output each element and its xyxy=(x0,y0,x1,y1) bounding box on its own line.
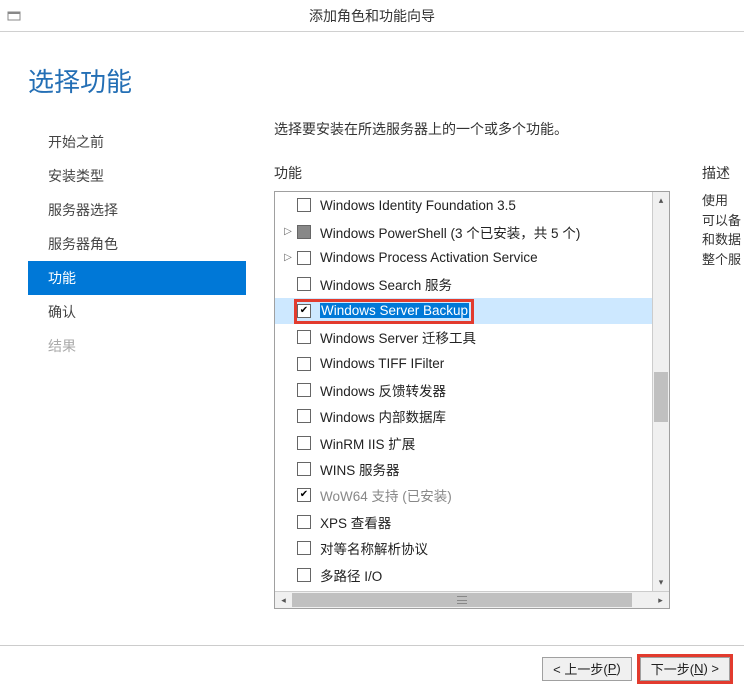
instruction-text: 选择要安装在所选服务器上的一个或多个功能。 xyxy=(274,119,744,139)
window-icon xyxy=(6,8,22,24)
previous-button[interactable]: < 上一步(P) xyxy=(542,657,632,681)
vertical-scrollbar[interactable]: ▴ ▾ xyxy=(652,192,669,591)
feature-checkbox[interactable] xyxy=(297,515,311,529)
feature-label: 对等名称解析协议 xyxy=(320,538,428,558)
sidebar-item-1[interactable]: 安装类型 xyxy=(28,159,246,193)
feature-row[interactable]: Windows TIFF IFilter xyxy=(275,350,652,376)
feature-checkbox[interactable] xyxy=(297,541,311,555)
description-label: 描述 xyxy=(702,163,744,183)
window-title: 添加角色和功能向导 xyxy=(309,6,435,26)
features-panel: 功能 Windows Identity Foundation 3.5▷Windo… xyxy=(274,163,670,609)
feature-label: XPS 查看器 xyxy=(320,512,391,532)
prev-suffix: ) xyxy=(616,661,620,676)
wizard-sidebar: 开始之前安装类型服务器选择服务器角色功能确认结果 xyxy=(28,119,246,609)
feature-row[interactable]: XPS 查看器 xyxy=(275,509,652,535)
scroll-down-button[interactable]: ▾ xyxy=(653,574,669,591)
sidebar-item-5[interactable]: 确认 xyxy=(28,295,246,329)
description-line: 整个服 xyxy=(702,250,744,270)
feature-row[interactable]: WinRM IIS 扩展 xyxy=(275,430,652,456)
feature-checkbox[interactable] xyxy=(297,568,311,582)
feature-row[interactable]: Windows 反馈转发器 xyxy=(275,377,652,403)
scroll-left-button[interactable]: ◂ xyxy=(275,592,292,608)
feature-label: Windows 反馈转发器 xyxy=(320,380,446,400)
next-button[interactable]: 下一步(N) > xyxy=(640,657,730,681)
feature-checkbox[interactable] xyxy=(297,277,311,291)
feature-row[interactable]: 多路径 I/O xyxy=(275,561,652,587)
feature-label: WinRM IIS 扩展 xyxy=(320,433,415,453)
feature-checkbox[interactable] xyxy=(297,225,311,239)
horizontal-scroll-thumb[interactable] xyxy=(292,593,632,607)
feature-checkbox xyxy=(297,488,311,502)
feature-checkbox[interactable] xyxy=(297,409,311,423)
body: 开始之前安装类型服务器选择服务器角色功能确认结果 选择要安装在所选服务器上的一个… xyxy=(0,119,744,609)
feature-label: Windows Search 服务 xyxy=(320,274,452,294)
description-panel: 描述 使用可以备和数据整个服 xyxy=(702,163,744,609)
scroll-right-button[interactable]: ▸ xyxy=(652,592,669,608)
sidebar-item-3[interactable]: 服务器角色 xyxy=(28,227,246,261)
prev-mnemonic: P xyxy=(608,661,617,676)
description-line: 使用 xyxy=(702,191,744,211)
feature-checkbox[interactable] xyxy=(297,198,311,212)
feature-row[interactable]: 对等名称解析协议 xyxy=(275,535,652,561)
titlebar[interactable]: 添加角色和功能向导 xyxy=(0,0,744,32)
feature-checkbox[interactable] xyxy=(297,462,311,476)
feature-label: Windows 内部数据库 xyxy=(320,406,446,426)
feature-row[interactable]: WoW64 支持 (已安装) xyxy=(275,482,652,508)
expand-icon[interactable]: ▷ xyxy=(281,251,295,265)
footer: < 上一步(P) 下一步(N) > xyxy=(0,645,744,691)
next-mnemonic: N xyxy=(694,661,703,676)
feature-label: Windows Identity Foundation 3.5 xyxy=(320,198,516,213)
next-suffix: ) > xyxy=(703,661,719,676)
feature-checkbox[interactable] xyxy=(297,357,311,371)
feature-checkbox[interactable] xyxy=(297,330,311,344)
feature-label: Windows Process Activation Service xyxy=(320,250,538,265)
page: 选择功能 开始之前安装类型服务器选择服务器角色功能确认结果 选择要安装在所选服务… xyxy=(0,32,744,691)
feature-checkbox[interactable] xyxy=(297,436,311,450)
feature-checkbox[interactable] xyxy=(297,304,311,318)
feature-row[interactable]: ▷ Windows PowerShell (3 个已安装，共 5 个) xyxy=(275,218,652,244)
feature-checkbox[interactable] xyxy=(297,251,311,265)
feature-label: Windows Server 迁移工具 xyxy=(320,327,476,347)
feature-row[interactable]: Windows Search 服务 xyxy=(275,271,652,297)
features-treeview: Windows Identity Foundation 3.5 ▷ Windows … xyxy=(274,191,670,609)
feature-label: Windows TIFF IFilter xyxy=(320,356,444,371)
features-label: 功能 xyxy=(274,163,670,183)
horizontal-scrollbar[interactable]: ◂ ▸ xyxy=(275,591,669,608)
prev-prefix: < 上一步( xyxy=(553,659,608,678)
columns: 功能 Windows Identity Foundation 3.5▷Windo… xyxy=(274,163,744,609)
feature-label: WoW64 支持 (已安装) xyxy=(320,485,452,505)
feature-row[interactable]: Windows Identity Foundation 3.5 xyxy=(275,192,652,218)
main-area: 选择要安装在所选服务器上的一个或多个功能。 功能 Windows Identit… xyxy=(246,119,744,609)
feature-row[interactable]: Windows 内部数据库 xyxy=(275,403,652,429)
description-text: 使用可以备和数据整个服 xyxy=(702,191,744,269)
page-title: 选择功能 xyxy=(0,32,744,119)
tree-scroll-area: Windows Identity Foundation 3.5 ▷ Windows … xyxy=(275,192,669,591)
sidebar-item-0[interactable]: 开始之前 xyxy=(28,125,246,159)
description-line: 和数据 xyxy=(702,230,744,250)
feature-row[interactable]: ▷ Windows Process Activation Service xyxy=(275,245,652,271)
feature-row[interactable]: Windows Server Backup xyxy=(275,298,652,324)
next-prefix: 下一步( xyxy=(651,659,694,678)
scroll-up-button[interactable]: ▴ xyxy=(653,192,669,209)
description-line: 可以备 xyxy=(702,211,744,231)
feature-row[interactable]: WINS 服务器 xyxy=(275,456,652,482)
feature-checkbox[interactable] xyxy=(297,383,311,397)
sidebar-item-2[interactable]: 服务器选择 xyxy=(28,193,246,227)
vertical-scroll-thumb[interactable] xyxy=(654,372,668,422)
expand-icon[interactable]: ▷ xyxy=(281,225,295,239)
feature-label: Windows PowerShell (3 个已安装，共 5 个) xyxy=(320,222,580,242)
sidebar-item-6: 结果 xyxy=(28,329,246,363)
sidebar-item-4[interactable]: 功能 xyxy=(28,261,246,295)
feature-label: Windows Server Backup xyxy=(320,303,469,318)
tree-items: Windows Identity Foundation 3.5 ▷ Windows … xyxy=(275,192,652,591)
feature-label: 多路径 I/O xyxy=(320,565,382,585)
feature-label: WINS 服务器 xyxy=(320,459,400,479)
feature-row[interactable]: Windows Server 迁移工具 xyxy=(275,324,652,350)
